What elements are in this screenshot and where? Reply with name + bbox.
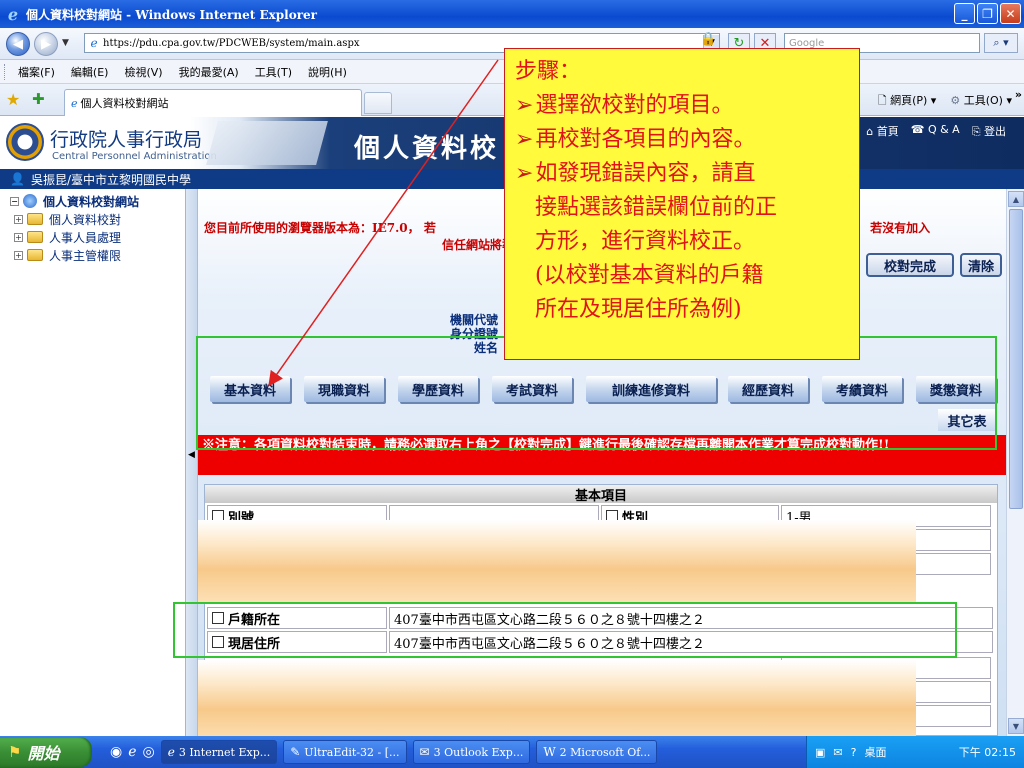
taskbar-item-office[interactable]: W2 Microsoft Of... xyxy=(536,740,658,764)
add-favorite-icon[interactable]: ✚ xyxy=(32,90,45,108)
tools-menu-button[interactable]: ⚙ 工具(O) ▾ xyxy=(950,92,1012,111)
scroll-up-icon[interactable]: ▲ xyxy=(1008,191,1024,207)
folder-icon xyxy=(27,213,43,225)
home-link[interactable]: ⌂ 首頁 xyxy=(866,123,898,139)
mask-overlay-bottom xyxy=(198,660,916,742)
menu-tools[interactable]: 工具(T) xyxy=(255,64,292,80)
media-icon[interactable]: ◎ xyxy=(143,744,155,760)
expand-icon[interactable]: + xyxy=(14,214,23,224)
system-tray: ▣ ✉ ? 桌面 下午 02:15 xyxy=(806,736,1024,768)
taskbar: ⚑ 開始 ◉ ℯ ◎ ℯ3 Internet Exp... ✎ UltraEdit… xyxy=(0,736,1024,768)
menu-file[interactable]: 檔案(F) xyxy=(18,64,55,80)
address-url: https://pdu.cpa.gov.tw/PDCWEB/system/mai… xyxy=(103,37,360,49)
address-highlight-box xyxy=(173,602,957,658)
main-scrollbar[interactable]: ▲ ▼ xyxy=(1006,189,1024,736)
page-icon: ℯ xyxy=(71,96,78,110)
government-emblem-icon xyxy=(6,123,44,161)
ultraedit-icon: ✎ xyxy=(290,745,301,759)
menu-help[interactable]: 說明(H) xyxy=(308,64,347,80)
tray-icon[interactable]: ▣ xyxy=(815,746,825,759)
site-icon xyxy=(23,194,37,208)
gear-icon: ⚙ xyxy=(950,94,961,107)
user-name: 吳振昆/臺中市立黎明國民中學 xyxy=(30,172,191,187)
outlook-icon: ✉ xyxy=(419,745,430,759)
tree-root[interactable]: − 個人資料校對網站 xyxy=(0,192,185,210)
agency-code-label: 機關代號 xyxy=(449,313,498,327)
minimize-button[interactable]: _ xyxy=(954,3,975,24)
favorites-star-icon[interactable]: ★ xyxy=(6,90,20,109)
word-icon: W xyxy=(543,745,556,759)
restore-button[interactable]: ❐ xyxy=(977,3,998,24)
callout-continuation-3: (以校對基本資料的戶籍 xyxy=(535,263,764,288)
windows-flag-icon: ⚑ xyxy=(8,743,22,761)
taskbar-item-ie[interactable]: ℯ3 Internet Exp... xyxy=(160,740,278,764)
window-titlebar: ℯ 個人資料校對網站 - Windows Internet Explorer _… xyxy=(0,0,1024,28)
callout-step-2: ➢ 再校對各項目的內容。 xyxy=(515,127,756,152)
mask-overlay-top xyxy=(198,520,916,602)
forward-button[interactable]: ▶ xyxy=(34,32,58,56)
banner-decoration xyxy=(206,121,328,165)
expand-icon[interactable]: + xyxy=(14,250,23,260)
scroll-down-icon[interactable]: ▼ xyxy=(1008,718,1024,734)
qa-link[interactable]: ☎ Q & A xyxy=(911,123,960,139)
taskbar-item-ultraedit[interactable]: ✎ UltraEdit-32 - [... xyxy=(283,740,407,764)
ie-logo-icon: ℯ xyxy=(7,4,19,24)
confirm-complete-button[interactable]: 校對完成 xyxy=(866,253,954,277)
search-button[interactable]: ⌕ ▾ xyxy=(984,33,1018,53)
org-name: 行政院人事行政局 xyxy=(50,129,203,151)
callout-continuation-2: 方形，進行資料校正。 xyxy=(535,229,756,254)
clock: 下午 02:15 xyxy=(958,746,1016,759)
basic-panel-title: 基本項目 xyxy=(205,485,997,504)
more-commands-icon[interactable]: » xyxy=(1015,88,1022,101)
org-name-en: Central Personnel Administration xyxy=(52,151,217,162)
lock-icon[interactable]: 🔒 xyxy=(700,32,716,47)
desktop-label[interactable]: 桌面 xyxy=(864,744,886,760)
menu-edit[interactable]: 編輯(E) xyxy=(71,64,109,80)
folder-icon xyxy=(27,231,43,243)
scroll-thumb[interactable] xyxy=(1009,209,1023,509)
page-menu-button[interactable]: 🗋 網頁(P) ▾ xyxy=(878,92,937,111)
site-banner-title: 個人資料校 xyxy=(354,134,500,164)
window-title: 個人資料校對網站 - Windows Internet Explorer xyxy=(26,7,317,22)
tab-title: 個人資料校對網站 xyxy=(80,97,169,110)
ie-icon: ℯ xyxy=(167,745,175,759)
callout-continuation-1: 接點選該錯誤欄位前的正 xyxy=(535,195,778,220)
instruction-callout: 步驟： ➢ 選擇欲校對的項目。 ➢ 再校對各項目的內容。 ➢ 如發現錯誤內容，請直 接… xyxy=(504,48,860,360)
callout-heading: 步驟： xyxy=(515,59,582,84)
tray-icon[interactable]: ✉ xyxy=(833,746,842,759)
window-controls: _ ❐ ✕ xyxy=(954,3,1021,24)
help-icon[interactable]: ? xyxy=(851,746,857,759)
folder-icon xyxy=(27,249,43,261)
collapse-icon[interactable]: − xyxy=(10,196,19,206)
user-icon: 👤 xyxy=(10,172,25,186)
callout-step-1: ➢ 選擇欲校對的項目。 xyxy=(515,93,734,118)
back-button[interactable]: ◀ xyxy=(6,32,30,56)
browser-tab-active[interactable]: ℯ 個人資料校對網站 xyxy=(64,89,362,116)
history-dropdown-icon[interactable]: ▼ xyxy=(62,38,69,48)
callout-step-3: ➢ 如發現錯誤內容，請直 xyxy=(515,161,756,186)
taskbar-item-outlook[interactable]: ✉ 3 Outlook Exp... xyxy=(412,740,531,764)
media-player-icon[interactable]: ◉ xyxy=(110,744,122,760)
sidebar-item-proofread[interactable]: + 個人資料校對 xyxy=(0,210,185,228)
menu-view[interactable]: 檢視(V) xyxy=(124,64,162,80)
quick-launch: ◉ ℯ ◎ xyxy=(110,744,155,760)
toolbar-grip xyxy=(4,64,7,80)
menu-favorites[interactable]: 我的最愛(A) xyxy=(179,64,239,80)
callout-continuation-4: 所在及現居住所為例) xyxy=(535,297,742,322)
close-button[interactable]: ✕ xyxy=(1000,3,1021,24)
collapse-sidebar-icon[interactable]: ◀ xyxy=(188,450,195,460)
site-links: ⌂ 首頁 ☎ Q & A ⎘ 登出 xyxy=(866,123,1006,139)
expand-icon[interactable]: + xyxy=(14,232,23,242)
logout-link[interactable]: ⎘ 登出 xyxy=(972,123,1006,139)
sidebar-tree: − 個人資料校對網站 + 個人資料校對 + 人事人員處理 + 人事主管權限 xyxy=(0,189,186,736)
page-icon: ℯ xyxy=(90,36,98,50)
command-bar: 🗋 網頁(P) ▾ ⚙ 工具(O) ▾ » xyxy=(878,88,1022,111)
new-tab-button[interactable] xyxy=(364,92,392,114)
ie-launch-icon[interactable]: ℯ xyxy=(128,744,136,760)
clear-button[interactable]: 清除 xyxy=(960,253,1002,277)
start-button[interactable]: ⚑ 開始 xyxy=(0,737,92,767)
